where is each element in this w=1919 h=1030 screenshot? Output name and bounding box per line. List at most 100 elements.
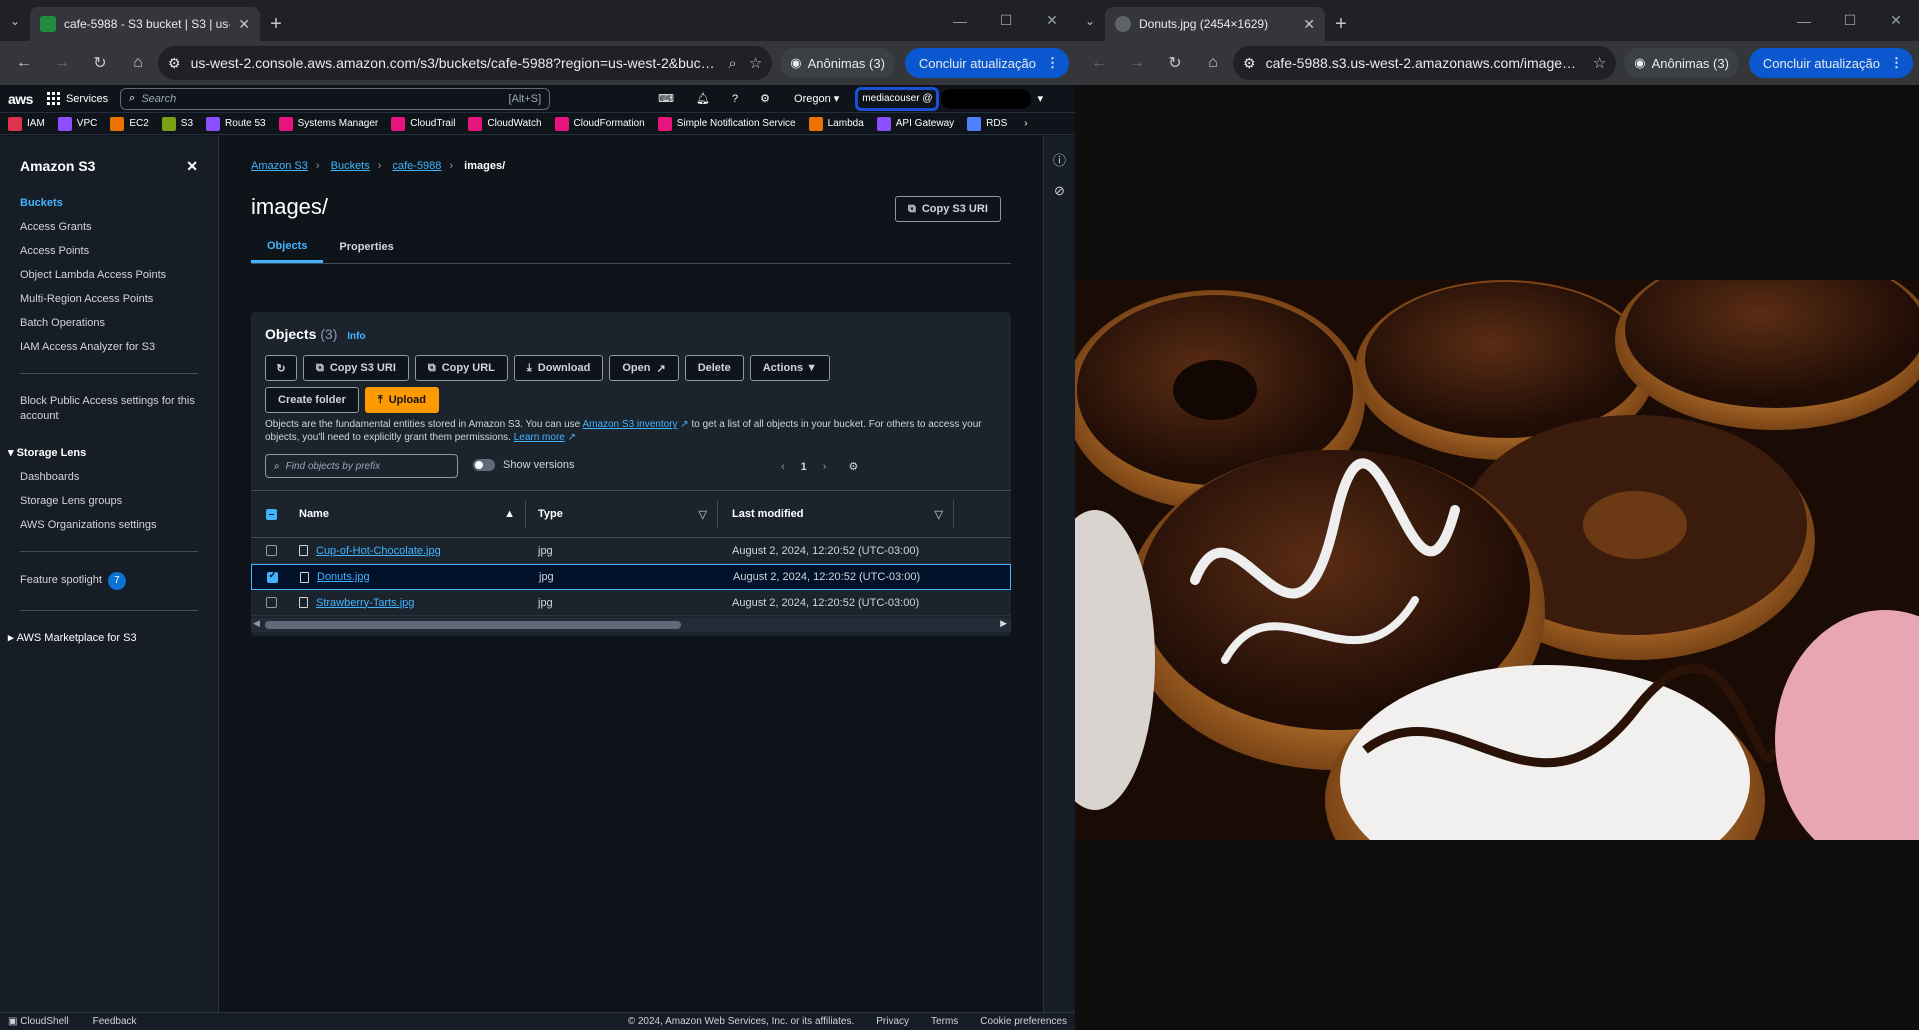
row-checkbox[interactable] — [251, 545, 291, 556]
breadcrumb-amazon-s3[interactable]: Amazon S3 — [251, 160, 308, 172]
sidebar-item-dashboards[interactable]: Dashboards — [0, 465, 218, 489]
site-info-icon[interactable]: ⚙ — [168, 55, 181, 72]
favorite-ec2[interactable]: EC2 — [110, 116, 149, 131]
tab-search-button[interactable]: ⌄ — [0, 0, 30, 41]
prev-page-icon[interactable]: ‹ — [781, 461, 785, 473]
favorites-more-icon[interactable]: › — [1024, 118, 1027, 129]
help-icon[interactable]: ? — [732, 93, 738, 105]
aws-logo[interactable]: aws — [8, 91, 33, 107]
table-row[interactable]: Strawberry-Tarts.jpg jpg August 2, 2024, 1… — [251, 590, 1011, 616]
maximize-icon[interactable]: ☐ — [1827, 0, 1873, 41]
notifications-bell-icon[interactable]: 🔔︎ — [696, 92, 710, 105]
storage-lens-section[interactable]: ▾ Storage Lens — [0, 440, 218, 465]
copy-s3-uri-button[interactable]: ⧉ Copy S3 URI — [303, 355, 409, 381]
more-icon[interactable]: ⋮ — [1890, 55, 1903, 71]
sidebar-item-storage-lens-groups[interactable]: Storage Lens groups — [0, 489, 218, 513]
back-icon[interactable]: ← — [1081, 46, 1117, 80]
account-dropdown-icon[interactable]: ▾ — [1037, 92, 1043, 105]
incognito-badge[interactable]: ◉ Anônimas (3) — [780, 48, 895, 78]
object-link[interactable]: Donuts.jpg — [317, 571, 370, 583]
bookmark-star-icon[interactable]: ☆ — [1593, 54, 1606, 72]
sidebar-item-access-points[interactable]: Access Points — [0, 239, 218, 263]
sidebar-item-access-grants[interactable]: Access Grants — [0, 215, 218, 239]
column-last-modified[interactable]: Last modified ▽ — [718, 500, 954, 528]
select-all-checkbox[interactable] — [251, 508, 291, 520]
scroll-right-icon[interactable]: ▶ — [1000, 618, 1007, 629]
row-checkbox[interactable] — [251, 597, 291, 608]
row-checkbox[interactable] — [252, 570, 292, 583]
table-row[interactable]: Cup-of-Hot-Chocolate.jpg jpg August 2, 202… — [251, 538, 1011, 564]
help-panel-icon[interactable]: ⊘ — [1044, 183, 1075, 199]
account-menu[interactable]: mediacouser @ — [855, 86, 940, 111]
open-button[interactable]: Open ↗ — [609, 355, 679, 381]
find-objects-input[interactable]: ⌕ Find objects by prefix — [265, 454, 458, 478]
privacy-link[interactable]: Privacy — [876, 1016, 909, 1027]
create-folder-button[interactable]: Create folder — [265, 387, 359, 413]
scroll-thumb[interactable] — [265, 621, 681, 629]
sidebar-item-aws-organizations-settings[interactable]: AWS Organizations settings — [0, 513, 218, 537]
cloudshell-icon[interactable]: ⌨ — [658, 92, 674, 105]
new-tab-button[interactable]: + — [260, 7, 292, 41]
scroll-left-icon[interactable]: ◀ — [253, 618, 260, 629]
object-link[interactable]: Strawberry-Tarts.jpg — [316, 597, 414, 609]
feedback-link[interactable]: Feedback — [93, 1016, 137, 1027]
info-link[interactable]: Info — [347, 331, 365, 342]
refresh-button[interactable]: ↻ — [265, 355, 297, 381]
learn-more-link[interactable]: Learn more — [514, 432, 565, 443]
copy-url-button[interactable]: ⧉ Copy URL — [414, 355, 508, 381]
table-row[interactable]: Donuts.jpg jpg August 2, 2024, 12:20:52 (U… — [251, 564, 1011, 590]
favorite-lambda[interactable]: Lambda — [808, 116, 864, 131]
delete-button[interactable]: Delete — [684, 355, 744, 381]
horizontal-scrollbar[interactable]: ◀ ▶ — [251, 618, 1011, 632]
info-panel-icon[interactable]: ⓘ — [1044, 150, 1075, 169]
close-window-icon[interactable]: ✕ — [1873, 0, 1919, 41]
home-icon[interactable]: ⌂ — [1195, 46, 1231, 80]
address-bar[interactable]: ⚙ us-west-2.console.aws.amazon.com/s3/bu… — [158, 46, 773, 80]
sidebar-item-buckets[interactable]: Buckets — [0, 191, 218, 215]
tab-properties[interactable]: Properties — [323, 241, 409, 263]
page-number[interactable]: 1 — [801, 461, 807, 473]
site-info-icon[interactable]: ⚙ — [1243, 55, 1256, 72]
maximize-icon[interactable]: ☐ — [983, 0, 1029, 41]
column-name[interactable]: Name ▲ — [291, 500, 526, 528]
forward-icon[interactable]: → — [44, 46, 80, 80]
donuts-photo[interactable] — [1075, 280, 1919, 840]
sidebar-item-object-lambda-access-points[interactable]: Object Lambda Access Points — [0, 263, 218, 287]
copy-s3-uri-header-button[interactable]: ⧉ Copy S3 URI — [895, 196, 1001, 222]
services-menu-button[interactable]: Services — [46, 92, 108, 105]
s3-inventory-link[interactable]: Amazon S3 inventory — [582, 419, 677, 430]
aws-marketplace-section[interactable]: ▸ AWS Marketplace for S3 — [0, 625, 218, 650]
toggle-switch[interactable] — [473, 459, 495, 471]
new-tab-button[interactable]: + — [1325, 7, 1357, 41]
tab-s3-console[interactable]: cafe-5988 - S3 bucket | S3 | us-west-2 ✕ — [30, 7, 260, 41]
bookmark-star-icon[interactable]: ☆ — [749, 54, 762, 72]
show-versions-toggle[interactable]: Show versions — [473, 459, 575, 471]
close-sidebar-icon[interactable]: ✕ — [186, 158, 198, 175]
close-window-icon[interactable]: ✕ — [1029, 0, 1075, 41]
favorite-systems-manager[interactable]: Systems Manager — [278, 116, 378, 131]
upload-button[interactable]: ⤒ Upload — [364, 387, 440, 413]
favorite-s3[interactable]: S3 — [161, 116, 193, 131]
favorite-cloudwatch[interactable]: CloudWatch — [468, 116, 542, 131]
cloudshell-footer-button[interactable]: ▣ CloudShell — [8, 1016, 69, 1027]
forward-icon[interactable]: → — [1119, 46, 1155, 80]
home-icon[interactable]: ⌂ — [120, 46, 156, 80]
sidebar-item-iam-access-analyzer-for-s3[interactable]: IAM Access Analyzer for S3 — [0, 335, 218, 359]
update-button[interactable]: Concluir atualização ⋮ — [904, 48, 1069, 78]
actions-dropdown[interactable]: Actions ▼ — [749, 355, 830, 381]
close-icon[interactable]: ✕ — [238, 16, 250, 33]
checkbox[interactable] — [266, 570, 278, 583]
feature-spotlight[interactable]: Feature spotlight 7 — [0, 566, 218, 596]
close-icon[interactable]: ✕ — [1303, 16, 1315, 33]
favorite-api-gateway[interactable]: API Gateway — [876, 116, 954, 131]
next-page-icon[interactable]: › — [823, 461, 827, 473]
reload-icon[interactable]: ↻ — [82, 46, 118, 80]
terms-link[interactable]: Terms — [931, 1016, 958, 1027]
region-selector[interactable]: Oregon ▾ — [794, 92, 839, 105]
more-icon[interactable]: ⋮ — [1046, 55, 1059, 71]
download-button[interactable]: ⤓ Download — [513, 355, 604, 381]
cookie-preferences-link[interactable]: Cookie preferences — [980, 1016, 1067, 1027]
favorite-vpc[interactable]: VPC — [57, 116, 97, 131]
preferences-gear-icon[interactable]: ⚙ — [848, 460, 858, 473]
settings-gear-icon[interactable]: ⚙ — [760, 92, 770, 105]
